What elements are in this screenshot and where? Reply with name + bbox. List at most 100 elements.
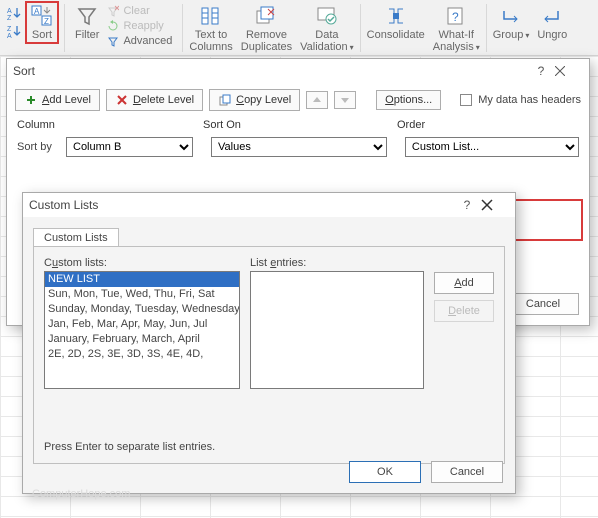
sort-label: Sort: [32, 29, 52, 41]
data-validation-icon: [315, 4, 339, 28]
delete-button: Delete: [434, 300, 494, 322]
svg-text:Z: Z: [44, 17, 49, 26]
filter-label: Filter: [75, 29, 99, 41]
list-item[interactable]: Sun, Mon, Tue, Wed, Thu, Fri, Sat: [45, 287, 239, 302]
help-button[interactable]: ?: [527, 64, 555, 78]
sort-dialog-title: Sort: [13, 64, 35, 78]
custom-lists-titlebar[interactable]: Custom Lists ?: [23, 193, 515, 217]
chevron-down-icon: ▾: [350, 43, 354, 52]
reapply-icon: [107, 20, 119, 32]
add-button[interactable]: Add: [434, 272, 494, 294]
sort-cancel-button[interactable]: Cancel: [507, 293, 579, 315]
list-item[interactable]: NEW LIST: [45, 272, 239, 287]
headers-checkbox[interactable]: My data has headers: [460, 94, 581, 106]
add-level-button[interactable]: Add Level: [15, 89, 100, 111]
up-icon: [312, 95, 322, 105]
list-item[interactable]: 2E, 2D, 2S, 3E, 3D, 3S, 4E, 4D,: [45, 347, 239, 362]
ribbon-filter-group: Filter Clear Reapply Advanced: [67, 2, 180, 54]
sort-asc-button[interactable]: AZ: [6, 5, 24, 21]
close-button[interactable]: [481, 199, 509, 211]
svg-text:Z: Z: [7, 15, 12, 20]
hint-text: Press Enter to separate list entries.: [44, 441, 215, 453]
remove-duplicates-icon: [254, 4, 278, 28]
sortby-select[interactable]: Column B: [66, 137, 193, 157]
consolidate-label: Consolidate: [367, 29, 425, 41]
reapply-button[interactable]: Reapply: [103, 19, 176, 33]
list-entries-label: List entries:: [250, 257, 424, 269]
sorton-select[interactable]: Values: [211, 137, 387, 157]
plus-icon: [24, 93, 38, 107]
svg-text:A: A: [34, 7, 40, 16]
sort-button[interactable]: AZ Sort: [26, 2, 58, 43]
ungroup-icon: [540, 4, 564, 28]
svg-text:A: A: [7, 33, 12, 38]
sort-icon: AZ: [30, 4, 54, 28]
down-icon: [340, 95, 350, 105]
sort-level-row: Sort by Column B Values Custom List...: [7, 133, 589, 161]
custom-cancel-button[interactable]: Cancel: [431, 461, 503, 483]
checkbox-icon: [460, 94, 472, 106]
ungroup-button[interactable]: Ungro: [533, 2, 571, 43]
ribbon: AZ ZA AZ Sort Filter Clear Reapply: [0, 0, 598, 56]
custom-lists-listbox[interactable]: NEW LIST Sun, Mon, Tue, Wed, Thu, Fri, S…: [44, 271, 240, 389]
remove-duplicates-button[interactable]: Remove Duplicates: [237, 2, 296, 55]
options-button[interactable]: Options...: [376, 90, 441, 110]
whatif-button[interactable]: ? What-If Analysis▾: [429, 2, 484, 56]
text-to-columns-label: Text to Columns: [189, 29, 232, 53]
watermark: ComputerHope.com: [32, 488, 130, 500]
svg-text:A: A: [7, 8, 12, 15]
chevron-down-icon: ▾: [476, 43, 480, 52]
column-header: Column: [17, 119, 203, 131]
custom-lists-label: Custom lists:: [44, 257, 240, 269]
list-item[interactable]: January, February, March, April: [45, 332, 239, 347]
advanced-icon: [107, 35, 119, 47]
list-item[interactable]: Sunday, Monday, Tuesday, Wednesday: [45, 302, 239, 317]
text-to-columns-button[interactable]: Text to Columns: [185, 2, 236, 55]
consolidate-button[interactable]: Consolidate: [363, 2, 429, 43]
headers-checkbox-label: My data has headers: [478, 94, 581, 106]
move-up-button[interactable]: [306, 91, 328, 109]
group-label: Group▾: [493, 29, 530, 42]
sortby-label: Sort by: [17, 141, 60, 153]
ribbon-sort-group: AZ ZA AZ Sort: [2, 2, 62, 54]
advanced-button[interactable]: Advanced: [103, 34, 176, 48]
sort-desc-button[interactable]: ZA: [6, 23, 24, 39]
list-entries-textarea[interactable]: [250, 271, 424, 389]
close-icon: [481, 199, 493, 211]
sort-column-headers: Column Sort On Order: [7, 117, 589, 133]
x-icon: [115, 93, 129, 107]
close-button[interactable]: [555, 66, 583, 76]
ungroup-label: Ungro: [537, 29, 567, 41]
filter-button[interactable]: Filter: [71, 2, 103, 43]
clear-icon: [107, 5, 119, 17]
sorton-header: Sort On: [203, 119, 397, 131]
data-validation-button[interactable]: Data Validation▾: [296, 2, 358, 56]
delete-level-button[interactable]: Delete Level: [106, 89, 203, 111]
sort-dialog-titlebar[interactable]: Sort ?: [7, 59, 589, 83]
order-select[interactable]: Custom List...: [405, 137, 579, 157]
consolidate-icon: [384, 4, 408, 28]
copy-icon: [218, 93, 232, 107]
group-icon: [499, 4, 523, 28]
clear-button[interactable]: Clear: [103, 4, 176, 18]
tab-custom-lists[interactable]: Custom Lists: [33, 228, 119, 247]
whatif-label: What-If Analysis▾: [433, 29, 480, 54]
help-button[interactable]: ?: [453, 198, 481, 212]
custom-lists-dialog: Custom Lists ? Custom Lists Custom lists…: [22, 192, 516, 494]
copy-level-button[interactable]: Copy Level: [209, 89, 300, 111]
whatif-icon: ?: [444, 4, 468, 28]
data-validation-label: Data Validation▾: [300, 29, 354, 54]
text-to-columns-icon: [199, 4, 223, 28]
move-down-button[interactable]: [334, 91, 356, 109]
custom-ok-button[interactable]: OK: [349, 461, 421, 483]
group-button[interactable]: Group▾: [489, 2, 534, 44]
order-header: Order: [397, 119, 579, 131]
sort-toolbar: Add Level Delete Level Copy Level Option…: [7, 83, 589, 117]
filter-icon: [75, 4, 99, 28]
list-item[interactable]: Jan, Feb, Mar, Apr, May, Jun, Jul: [45, 317, 239, 332]
custom-lists-tabpanel: Custom lists: NEW LIST Sun, Mon, Tue, We…: [33, 246, 505, 464]
remove-duplicates-label: Remove Duplicates: [241, 29, 292, 53]
custom-lists-title: Custom Lists: [29, 198, 98, 212]
close-icon: [555, 66, 565, 76]
svg-text:?: ?: [452, 10, 459, 24]
